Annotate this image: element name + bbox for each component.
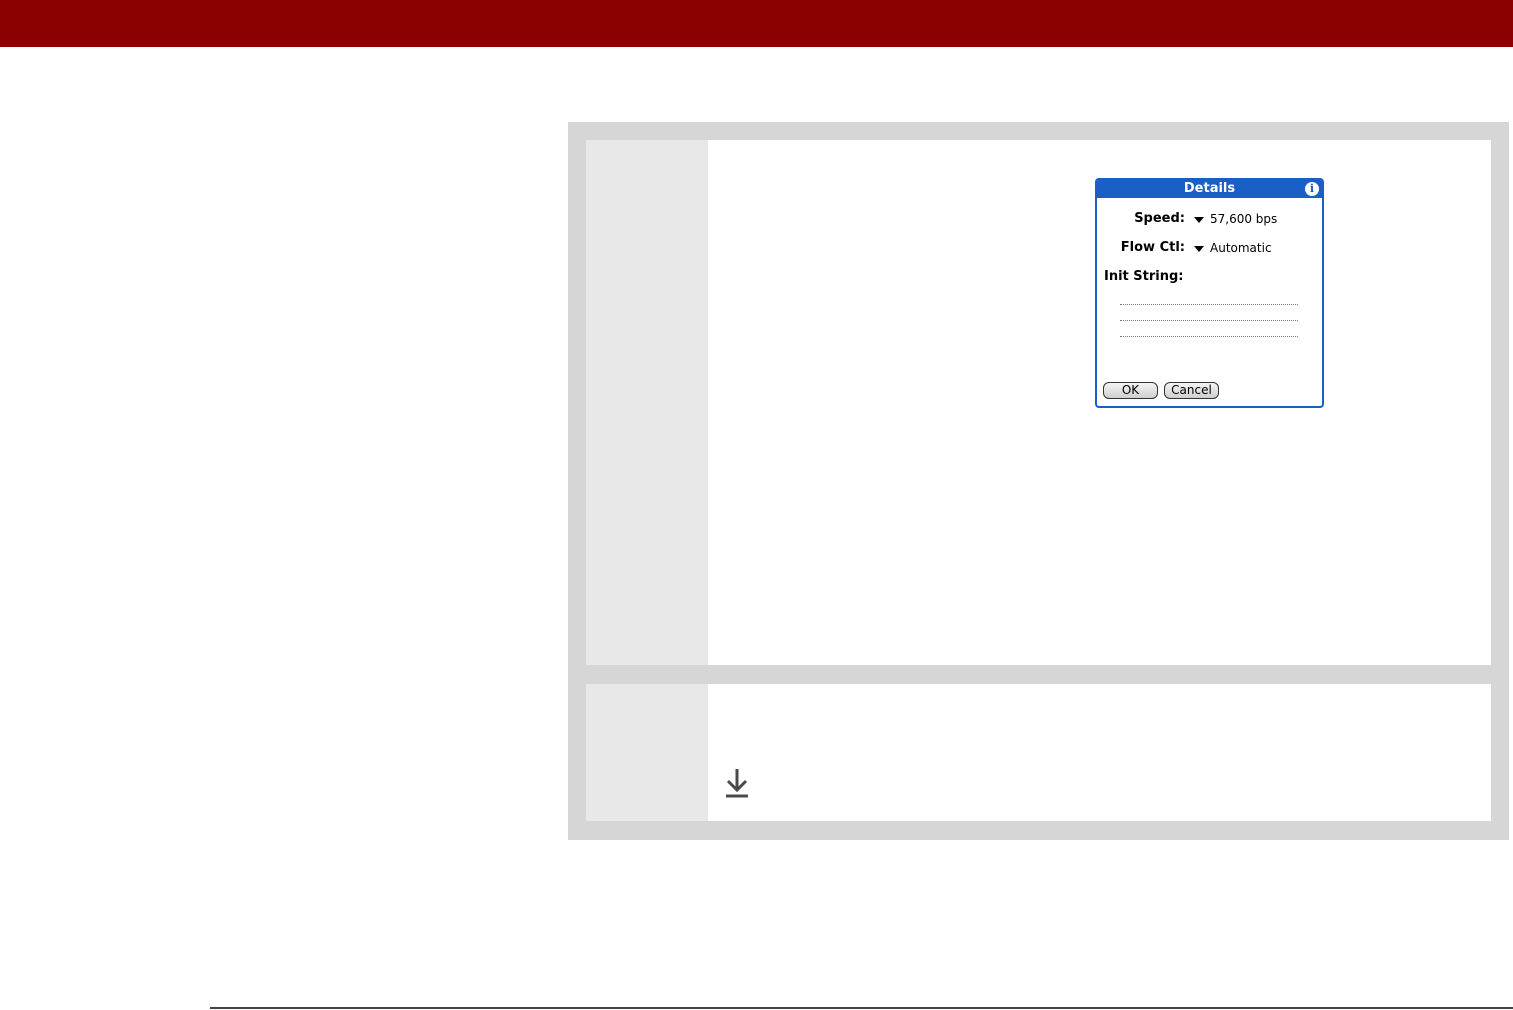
- flow-ctl-value[interactable]: Automatic: [1210, 240, 1272, 256]
- init-string-line-3[interactable]: [1120, 336, 1298, 337]
- step-gutter-2: [586, 684, 708, 821]
- flow-ctl-label: Flow Ctl:: [1120, 240, 1185, 255]
- download-arrow-icon: [726, 769, 748, 798]
- step-row-2: [586, 684, 1491, 821]
- speed-label: Speed:: [1134, 211, 1185, 226]
- dialog-title: Details: [1183, 181, 1236, 196]
- dialog-titlebar: Details i: [1097, 180, 1322, 198]
- step-gutter-1: [586, 140, 708, 665]
- init-string-line-1[interactable]: [1120, 304, 1298, 305]
- ok-button[interactable]: OK: [1103, 382, 1158, 399]
- speed-dropdown-arrow-icon[interactable]: [1194, 217, 1204, 223]
- init-string-label: Init String:: [1104, 269, 1184, 284]
- details-dialog: Details i Speed: 57,600 bps Flow Ctl: Au…: [1095, 178, 1324, 408]
- cancel-button[interactable]: Cancel: [1164, 382, 1219, 399]
- flow-ctl-dropdown-arrow-icon[interactable]: [1194, 246, 1204, 252]
- speed-value[interactable]: 57,600 bps: [1210, 211, 1277, 227]
- init-string-line-2[interactable]: [1120, 320, 1298, 321]
- top-banner: [0, 0, 1513, 47]
- footer-rule: [210, 1007, 1513, 1009]
- info-icon[interactable]: i: [1305, 182, 1319, 196]
- step-row-1: [586, 140, 1491, 665]
